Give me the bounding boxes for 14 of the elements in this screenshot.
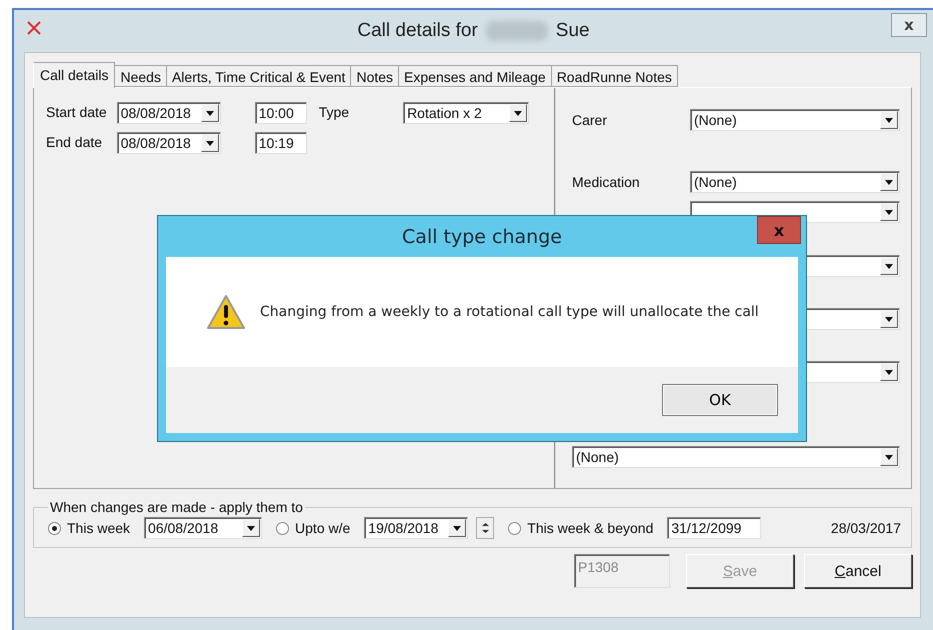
group-legend: When changes are made - apply them to (48, 499, 305, 515)
window-title-name: Sue (556, 20, 590, 42)
radio-label: This week (67, 520, 130, 536)
field-label: End date (46, 133, 104, 152)
field-label: Type (318, 103, 350, 122)
field-label: Medication (572, 174, 641, 190)
dialog-message: Changing from a weekly to a rotational call type will unallocate the call (260, 304, 759, 320)
window-title: Call details for (357, 20, 478, 42)
radio-label: Upto w/e (295, 520, 350, 536)
field-label: Start date (46, 103, 107, 122)
date-text: 28/03/2017 (830, 520, 901, 536)
dialog-title: Call type change (402, 226, 562, 248)
radio-label: This week & beyond (527, 520, 654, 536)
field-label: Carer (572, 112, 608, 128)
